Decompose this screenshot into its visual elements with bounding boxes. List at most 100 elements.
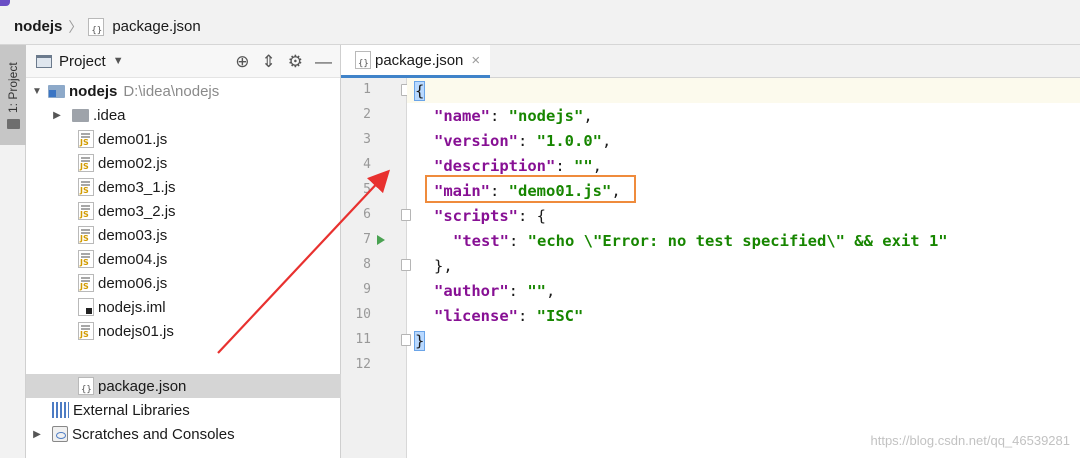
- js-file-icon: [78, 178, 94, 196]
- chevron-right-icon[interactable]: ▶: [30, 429, 44, 440]
- line-number: 3: [363, 132, 371, 147]
- json-key: "name": [434, 106, 490, 125]
- folder-icon: [72, 108, 89, 122]
- json-string: "ISC": [536, 306, 584, 325]
- hide-icon[interactable]: —: [315, 53, 332, 70]
- panel-icon: [36, 54, 52, 68]
- line-number: 4: [363, 157, 371, 172]
- json-file-icon: [355, 51, 371, 69]
- tree-item-selected[interactable]: package.json: [26, 374, 341, 398]
- js-file-icon: [78, 250, 94, 268]
- json-key: "scripts": [434, 206, 518, 225]
- line-number: 10: [355, 307, 371, 322]
- module-folder-icon: [48, 84, 65, 98]
- iml-file-icon: [78, 298, 94, 316]
- code-line: "license": "ISC": [434, 306, 584, 325]
- json-string: "echo \"Error: no test specified\" && ex…: [527, 231, 948, 250]
- breadcrumb: nodejs 〉 package.json: [0, 9, 1080, 45]
- editor-tab-package-json[interactable]: package.json ×: [341, 45, 491, 78]
- tree-item-label: demo3_1.js: [98, 178, 176, 196]
- tree-item-label: .idea: [93, 106, 126, 124]
- run-script-icon[interactable]: [377, 235, 385, 245]
- tree-item-label: nodejs01.js: [98, 322, 174, 340]
- tree-item[interactable]: demo01.js: [26, 127, 341, 151]
- tree-item[interactable]: demo06.js: [26, 271, 341, 295]
- code-line: },: [434, 253, 453, 278]
- code-line: "version": "1.0.0",: [434, 131, 612, 150]
- project-panel: Project ▼ ⊕ ⇕ ⚙ — ▼ nodejs D:\idea\nodej…: [26, 45, 341, 458]
- fold-marker-icon[interactable]: [401, 209, 411, 221]
- line-number: 9: [363, 282, 371, 297]
- tree-external-libraries-label: External Libraries: [73, 401, 190, 419]
- tree-item[interactable]: nodejs.iml: [26, 295, 341, 319]
- js-file-icon: [78, 226, 94, 244]
- chevron-down-icon[interactable]: ▼: [30, 86, 44, 97]
- project-panel-header: Project ▼ ⊕ ⇕ ⚙ —: [26, 45, 340, 78]
- tree-item-label: package.json: [98, 377, 187, 395]
- tree-item[interactable]: demo03.js: [26, 223, 341, 247]
- title-bar-fragment: [0, 0, 1080, 9]
- line-number: 5: [363, 182, 371, 197]
- tree-item[interactable]: demo02.js: [26, 151, 341, 175]
- project-tool-tab-label: 1: Project: [6, 62, 20, 113]
- tree-external-libraries[interactable]: External Libraries: [26, 398, 341, 422]
- tree-scratches-label: Scratches and Consoles: [72, 425, 235, 443]
- chevron-right-icon[interactable]: ▶: [50, 110, 64, 121]
- json-string: "1.0.0": [536, 131, 602, 150]
- json-key: "description": [434, 156, 556, 175]
- tree-item-label: demo01.js: [98, 130, 168, 148]
- tree-item[interactable]: nodejs01.js: [26, 319, 341, 343]
- code-line: {: [413, 78, 426, 103]
- scratch-icon: [52, 426, 68, 442]
- js-file-icon: [78, 202, 94, 220]
- collapse-all-icon[interactable]: ⇕: [262, 53, 276, 70]
- line-number: 8: [363, 257, 371, 272]
- json-file-icon: [88, 17, 105, 36]
- tree-item[interactable]: ▶ .idea: [26, 103, 341, 127]
- ide-logo-icon: [0, 0, 10, 6]
- locate-icon[interactable]: ⊕: [235, 53, 249, 70]
- open-brace: {: [413, 80, 426, 101]
- close-brace: },: [434, 256, 453, 275]
- fold-marker-icon[interactable]: [401, 259, 411, 271]
- chevron-right-icon: 〉: [68, 18, 83, 35]
- line-number: 1: [363, 82, 371, 97]
- json-string: "nodejs": [508, 106, 584, 125]
- tree-item-label: demo3_2.js: [98, 202, 176, 220]
- project-view-selector[interactable]: Project: [59, 53, 106, 70]
- tree-item[interactable]: demo04.js: [26, 247, 341, 271]
- tree-item[interactable]: demo3_2.js: [26, 199, 341, 223]
- gear-icon[interactable]: ⚙: [288, 53, 303, 70]
- close-icon[interactable]: ×: [471, 52, 480, 69]
- project-tool-tab[interactable]: 1: Project: [0, 45, 26, 145]
- chevron-down-icon[interactable]: ▼: [113, 55, 124, 67]
- tree-item-label: demo06.js: [98, 274, 168, 292]
- line-number: 6: [363, 207, 371, 222]
- json-file-icon: [78, 377, 94, 395]
- tree-item[interactable]: demo3_1.js: [26, 175, 341, 199]
- tree-root[interactable]: ▼ nodejs D:\idea\nodejs: [26, 79, 341, 103]
- library-icon: [52, 402, 69, 418]
- line-number: 11: [355, 332, 371, 347]
- code-line: "test": "echo \"Error: no test specified…: [453, 231, 948, 250]
- editor-gutter: 1 2 3 4 5 6 7 8 9 10 11 12: [341, 78, 411, 458]
- tree-item-label: nodejs.iml: [98, 298, 166, 316]
- current-line-highlight: [407, 78, 1080, 103]
- js-file-icon: [78, 274, 94, 292]
- tree-root-label: nodejs: [69, 82, 118, 100]
- tree-scratches[interactable]: ▶ Scratches and Consoles: [26, 422, 341, 446]
- fold-marker-icon[interactable]: [401, 334, 411, 346]
- breadcrumb-file[interactable]: package.json: [88, 17, 201, 36]
- tree-item-label: demo03.js: [98, 226, 168, 244]
- json-string: "": [574, 156, 593, 175]
- json-string: "": [527, 281, 546, 300]
- breadcrumb-root[interactable]: nodejs: [14, 18, 62, 35]
- main-field-highlight-box: [425, 175, 636, 203]
- json-key: "license": [434, 306, 518, 325]
- json-key: "author": [434, 281, 509, 300]
- folder-icon: [7, 119, 20, 129]
- tree-item-label: demo02.js: [98, 154, 168, 172]
- tree-item-label: demo04.js: [98, 250, 168, 268]
- watermark: https://blog.csdn.net/qq_46539281: [870, 433, 1071, 448]
- breadcrumb-file-label: package.json: [112, 18, 201, 35]
